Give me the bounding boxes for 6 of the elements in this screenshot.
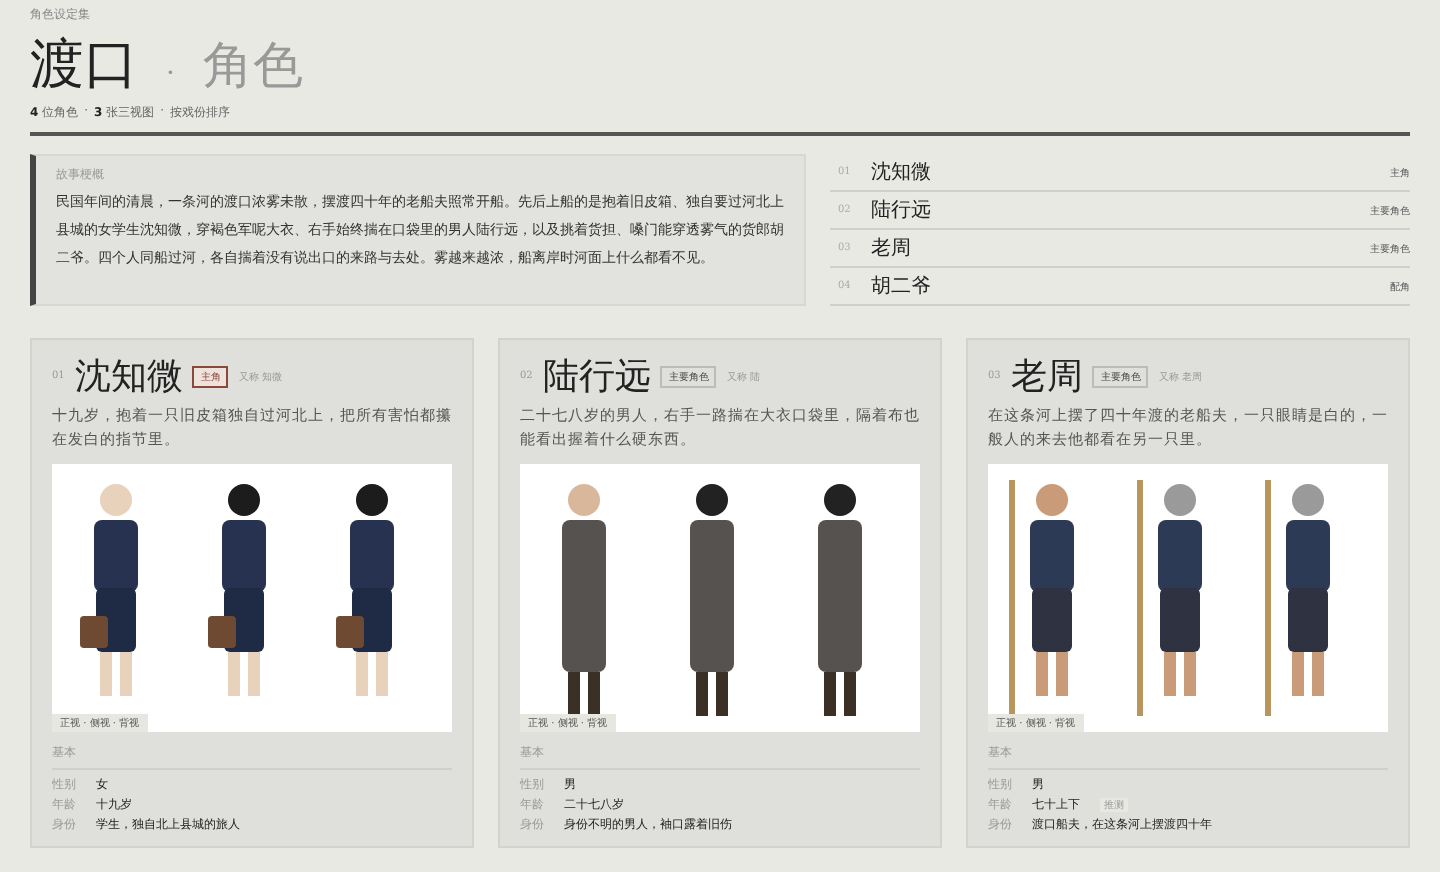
page-subtitle: 角色 <box>202 34 303 98</box>
page-title: 渡口 <box>30 32 138 100</box>
character-name: 沈知微 <box>74 354 183 400</box>
character-name: 陆行远 <box>542 354 651 400</box>
character-name: 老周 <box>1010 354 1083 400</box>
title-separator: · <box>166 58 175 90</box>
